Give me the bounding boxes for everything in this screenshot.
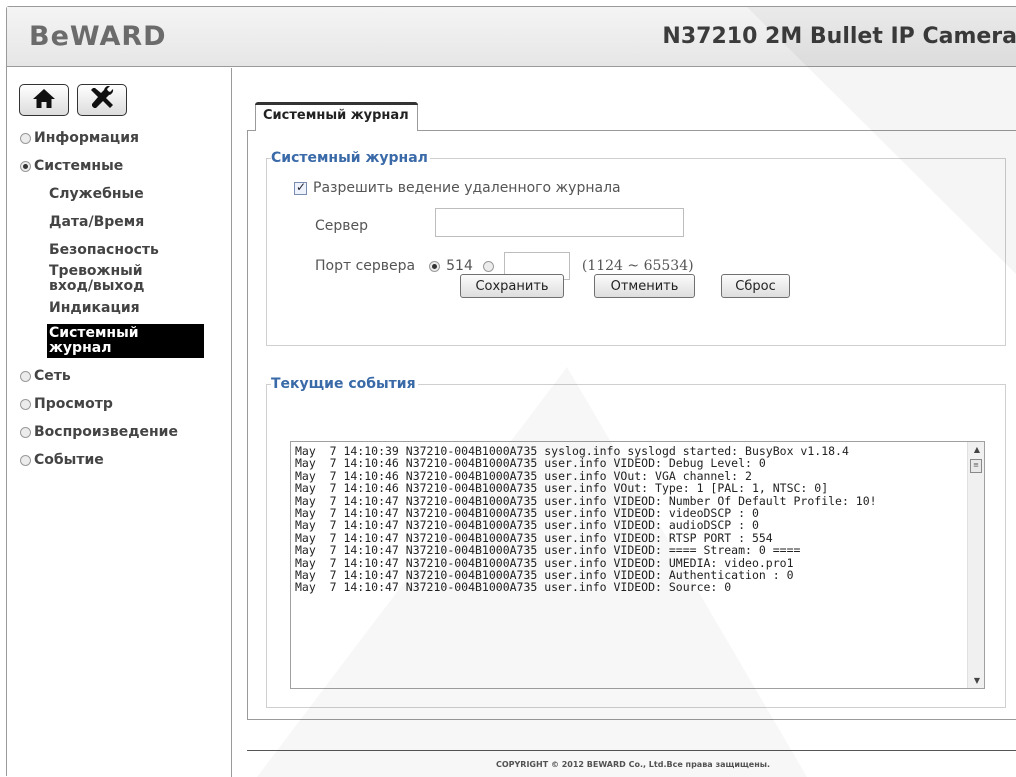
radio-icon (20, 370, 31, 382)
cancel-button[interactable]: Отменить (594, 274, 695, 298)
main-content: Системный журнал Системный журнал Разреш… (233, 68, 1016, 777)
port-default-value: 514 (446, 258, 473, 274)
remote-log-label: Разрешить ведение удаленного журнала (313, 180, 621, 196)
tools-icon (89, 85, 115, 114)
radio-icon (20, 132, 31, 144)
sidebar-item-system[interactable]: Системные (7, 152, 232, 180)
tab-panel: Системный журнал Разрешить ведение удале… (247, 130, 1016, 720)
sidebar-item-event[interactable]: Событие (7, 446, 232, 474)
log-scrollbar[interactable]: ▲ ≡ ▼ (967, 442, 984, 688)
sidebar-subitem-alarm-io[interactable]: Тревожный вход/выход (7, 264, 177, 294)
server-label: Сервер (315, 218, 369, 234)
port-range-hint: (1124 ~ 65534) (581, 258, 694, 274)
sidebar-item-label: Просмотр (34, 396, 113, 412)
sidebar-subitem-datetime[interactable]: Дата/Время (7, 208, 232, 236)
top-icon-bar (19, 84, 127, 116)
port-custom-radio[interactable] (482, 260, 494, 272)
scroll-thumb[interactable]: ≡ (970, 459, 982, 473)
tab-syslog[interactable]: Системный журнал (255, 102, 418, 131)
server-input[interactable] (435, 208, 684, 237)
sidebar: Информация Системные Служебные Дата/Врем… (7, 68, 232, 777)
sidebar-subitem-syslog[interactable]: Системный журнал (47, 324, 204, 358)
syslog-legend: Системный журнал (271, 150, 428, 166)
sidebar-subitem-security[interactable]: Безопасность (7, 236, 232, 264)
sidebar-subitem-indication[interactable]: Индикация (7, 294, 232, 322)
radio-icon (20, 426, 31, 438)
beward-logo[interactable]: BeWARD (29, 21, 167, 52)
home-icon (32, 87, 56, 113)
sidebar-nav: Информация Системные Служебные Дата/Врем… (7, 124, 232, 474)
reset-button[interactable]: Сброс (721, 274, 790, 298)
sidebar-subitem-service[interactable]: Служебные (7, 180, 232, 208)
sidebar-item-label: Сеть (34, 368, 71, 384)
sidebar-item-info[interactable]: Информация (7, 124, 232, 152)
radio-icon (20, 398, 31, 410)
home-button[interactable] (19, 84, 69, 116)
radio-selected-icon (20, 160, 31, 172)
remote-log-row: Разрешить ведение удаленного журнала (294, 180, 621, 196)
save-button[interactable]: Сохранить (460, 274, 564, 298)
footer-copyright: COPYRIGHT © 2012 BEWARD Co., Ltd.Все пра… (495, 760, 771, 769)
remote-log-checkbox[interactable] (294, 180, 307, 195)
sidebar-item-label: Событие (34, 452, 104, 468)
sidebar-item-label: Воспроизведение (34, 424, 178, 440)
footer-divider (247, 750, 1016, 751)
radio-icon (20, 454, 31, 466)
sidebar-item-label: Системные (34, 158, 124, 174)
sidebar-item-label: Информация (34, 130, 139, 146)
current-events-group: Текущие события May 7 14:10:39 N37210-00… (266, 376, 1006, 708)
sidebar-item-playback[interactable]: Воспроизведение (7, 418, 232, 446)
header: BeWARD N37210 2M Bullet IP Camera (7, 7, 1016, 67)
syslog-settings-group: Системный журнал Разрешить ведение удале… (266, 150, 1006, 346)
scroll-down-arrow-icon[interactable]: ▼ (972, 676, 982, 685)
sidebar-item-view[interactable]: Просмотр (7, 390, 232, 418)
settings-button[interactable] (77, 84, 127, 116)
port-default-radio[interactable] (429, 260, 441, 272)
app-frame: BeWARD N37210 2M Bullet IP Camera Информ… (6, 6, 1016, 777)
port-label: Порт сервера (315, 258, 416, 274)
event-log-textarea[interactable]: May 7 14:10:39 N37210-004B1000A735 syslo… (290, 441, 985, 689)
event-log-text: May 7 14:10:39 N37210-004B1000A735 syslo… (295, 444, 877, 595)
camera-title: N37210 2M Bullet IP Camera (662, 24, 1016, 49)
scroll-up-arrow-icon[interactable]: ▲ (972, 445, 982, 454)
events-legend: Текущие события (271, 376, 416, 392)
sidebar-item-network[interactable]: Сеть (7, 362, 232, 390)
